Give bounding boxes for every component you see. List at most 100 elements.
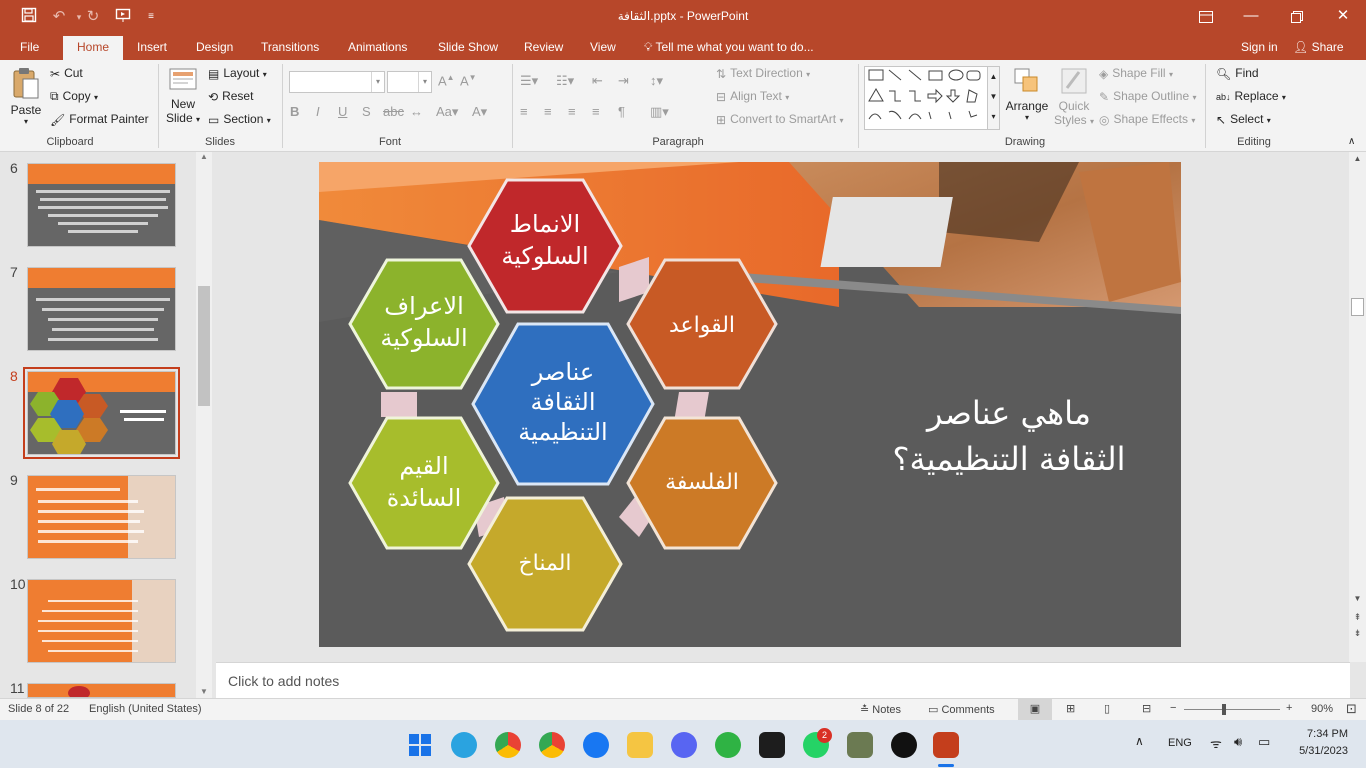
hex-top[interactable]: الانماط السلوكية xyxy=(467,178,623,314)
format-painter-button[interactable]: 🖌︎ Format Painter xyxy=(50,112,149,127)
bold-icon[interactable]: B xyxy=(290,104,299,119)
tab-home[interactable]: Home xyxy=(63,36,124,60)
hex-top-right[interactable]: القواعد xyxy=(626,258,778,390)
arrange-button[interactable]: Arrange ▾ xyxy=(1004,66,1050,122)
slide-scrollbar[interactable]: ▲ ▼ ⇞ ⇟ xyxy=(1349,152,1366,662)
chrome-icon[interactable] xyxy=(495,732,521,758)
powerpoint-icon[interactable] xyxy=(933,732,959,758)
game-icon[interactable] xyxy=(847,732,873,758)
slide-thumbnails-panel[interactable]: 6 7 8 9 10 11 ▲ ▼ xyxy=(0,152,214,698)
underline-icon[interactable]: U xyxy=(338,104,347,119)
tab-slide-show[interactable]: Slide Show xyxy=(438,39,498,60)
close-icon[interactable]: ✕ xyxy=(1320,0,1366,34)
tab-insert[interactable]: Insert xyxy=(137,39,167,60)
paste-button[interactable]: Paste ▾ xyxy=(10,66,42,126)
hex-bottom-right[interactable]: الفلسفة xyxy=(626,416,778,550)
battery-icon[interactable]: ▭ xyxy=(1258,734,1270,750)
replace-button[interactable]: ab↓ Replace ▾ xyxy=(1216,89,1286,103)
rtl-icon[interactable]: ¶ xyxy=(618,104,625,119)
layout-button[interactable]: ▤ Layout ▾ xyxy=(208,66,267,81)
scroll-up-icon[interactable]: ▲ xyxy=(196,152,212,161)
ribbon-display-icon[interactable] xyxy=(1183,0,1229,34)
zoom-level[interactable]: 90% xyxy=(1311,703,1333,715)
input-language[interactable]: ENG xyxy=(1168,737,1192,749)
quick-styles-button[interactable]: Quick Styles ▾ xyxy=(1054,66,1094,127)
normal-view-icon[interactable]: ▣ xyxy=(1018,699,1052,720)
increase-font-icon[interactable]: A▲ xyxy=(438,73,455,88)
numbering-icon[interactable]: ☷▾ xyxy=(556,73,574,89)
tiktok-icon[interactable] xyxy=(891,732,917,758)
shapes-gallery[interactable] xyxy=(864,66,1000,130)
chevron-down-icon[interactable]: ▾ xyxy=(418,72,431,92)
zoom-slider-handle[interactable] xyxy=(1222,704,1226,715)
align-left-icon[interactable]: ≡ xyxy=(520,104,528,119)
app-icon[interactable] xyxy=(715,732,741,758)
slide-canvas[interactable]: الانماط السلوكية القواعد الاعراف السلوكي… xyxy=(319,162,1181,647)
windows-start-icon[interactable] xyxy=(407,732,433,758)
notes-pane[interactable]: Click to add notes xyxy=(216,662,1350,698)
tell-me-search[interactable]: 💡︎ Tell me what you want to do... xyxy=(644,39,814,60)
shape-effects-button[interactable]: ◎ Shape Effects ▾ xyxy=(1099,112,1195,127)
hex-bottom-left[interactable]: القيم السائدة xyxy=(348,416,500,550)
share-button[interactable]: 👤︎ Share xyxy=(1293,39,1344,60)
convert-smartart-button[interactable]: ⊞ Convert to SmartArt ▾ xyxy=(716,112,843,127)
clock-date[interactable]: 5/31/2023 xyxy=(1290,745,1348,757)
zoom-in-icon[interactable]: + xyxy=(1286,702,1292,714)
notes-placeholder[interactable]: Click to add notes xyxy=(228,673,339,689)
increase-indent-icon[interactable]: ⇥ xyxy=(618,73,629,89)
tab-design[interactable]: Design xyxy=(196,39,233,60)
cut-button[interactable]: ✂ Cut xyxy=(50,66,83,81)
font-color-icon[interactable]: A▾ xyxy=(472,104,487,120)
restore-icon[interactable] xyxy=(1274,0,1320,34)
reading-view-icon[interactable]: ▯ xyxy=(1104,702,1110,715)
file-explorer-icon[interactable] xyxy=(627,732,653,758)
align-center-icon[interactable]: ≡ xyxy=(544,104,552,119)
justify-icon[interactable]: ≡ xyxy=(592,104,600,119)
shadow-icon[interactable]: S xyxy=(362,104,371,119)
tab-review[interactable]: Review xyxy=(524,39,563,60)
facebook-icon[interactable] xyxy=(583,732,609,758)
speaker-icon[interactable]: 🔊︎ xyxy=(1234,734,1242,750)
language-status[interactable]: English (United States) xyxy=(89,703,202,715)
hex-top-left[interactable]: الاعراف السلوكية xyxy=(348,258,500,390)
decrease-font-icon[interactable]: A▼ xyxy=(460,73,477,88)
shapes-scroll[interactable]: ▲ ▼ ▾ xyxy=(987,67,999,129)
discord-icon[interactable] xyxy=(671,732,697,758)
slide-title-line1[interactable]: ماهي عناصر xyxy=(925,394,1091,432)
previous-slide-icon[interactable]: ⇞ xyxy=(1349,612,1366,623)
text-direction-button[interactable]: ⇅ Text Direction ▾ xyxy=(716,66,810,81)
font-size-input[interactable]: ▾ xyxy=(387,71,432,93)
tab-animations[interactable]: Animations xyxy=(348,39,407,60)
scroll-up-icon[interactable]: ▲ xyxy=(1349,154,1366,163)
slide-thumbnail-9[interactable] xyxy=(27,475,176,559)
wifi-icon[interactable]: ᯤ xyxy=(1210,734,1222,752)
scroll-down-icon[interactable]: ▼ xyxy=(1349,594,1366,603)
thumbnails-scrollbar[interactable]: ▲ ▼ xyxy=(196,152,212,698)
slide-sorter-icon[interactable]: ⊞ xyxy=(1066,702,1075,715)
collapse-ribbon-icon[interactable]: ∧ xyxy=(1348,136,1355,147)
slideshow-view-icon[interactable]: ⊟ xyxy=(1142,702,1151,715)
font-name-input[interactable]: ▾ xyxy=(289,71,385,93)
notes-toggle[interactable]: ≛ Notes xyxy=(860,703,901,716)
shape-outline-button[interactable]: ✎ Shape Outline ▾ xyxy=(1099,89,1196,104)
shape-fill-button[interactable]: ◈ Shape Fill ▾ xyxy=(1099,66,1173,81)
tab-file[interactable]: File xyxy=(20,39,39,60)
columns-icon[interactable]: ▥▾ xyxy=(650,104,669,120)
slide-thumbnail-6[interactable] xyxy=(27,163,176,247)
section-button[interactable]: ▭ Section ▾ xyxy=(208,112,271,127)
sign-in-link[interactable]: Sign in xyxy=(1241,39,1278,60)
zoom-out-icon[interactable]: − xyxy=(1170,702,1176,714)
slide-thumbnail-8[interactable] xyxy=(23,367,180,459)
bullets-icon[interactable]: ☰▾ xyxy=(520,73,538,89)
slide-thumbnail-10[interactable] xyxy=(27,579,176,663)
comments-toggle[interactable]: ▭ Comments xyxy=(928,703,995,716)
zoom-slider[interactable] xyxy=(1184,709,1280,710)
tab-view[interactable]: View xyxy=(590,39,616,60)
align-text-button[interactable]: ⊟ Align Text ▾ xyxy=(716,89,789,104)
character-spacing-icon[interactable]: ↔ xyxy=(410,104,423,119)
tab-transitions[interactable]: Transitions xyxy=(261,39,319,60)
scrollbar-thumb[interactable] xyxy=(198,286,210,406)
align-right-icon[interactable]: ≡ xyxy=(568,104,576,119)
change-case-icon[interactable]: Aa▾ xyxy=(436,104,458,120)
slide-title-line2[interactable]: الثقافة التنظيمية؟ xyxy=(892,440,1125,478)
